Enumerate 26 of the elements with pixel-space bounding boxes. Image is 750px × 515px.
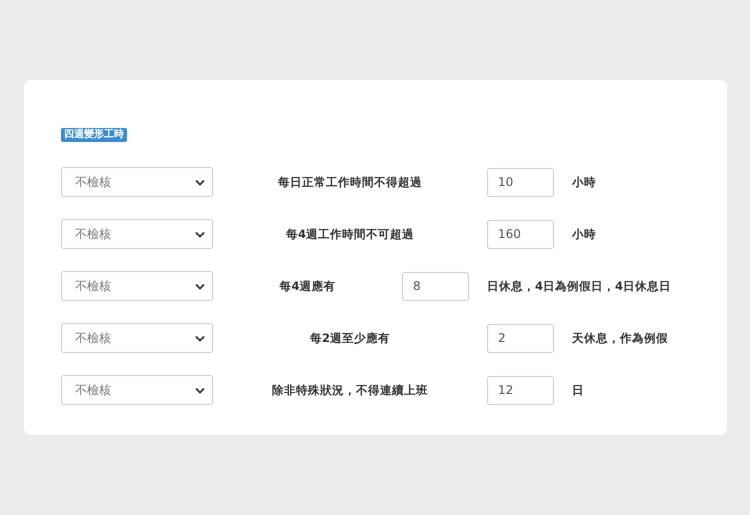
dropdown[interactable]: 不檢核 bbox=[61, 219, 213, 249]
chevron-down-icon bbox=[195, 334, 205, 342]
rule-label: 每4週應有 bbox=[279, 278, 336, 294]
unit-label: 小時 bbox=[572, 226, 596, 242]
number-input[interactable]: 10 bbox=[487, 168, 554, 196]
rule-label: 每日正常工作時間不得超過 bbox=[278, 174, 422, 190]
number-input[interactable]: 160 bbox=[487, 220, 554, 248]
chevron-down-icon bbox=[195, 282, 205, 290]
number-input[interactable]: 2 bbox=[487, 324, 554, 352]
unit-label: 天休息，作為例假 bbox=[572, 330, 668, 346]
unit-label: 小時 bbox=[572, 174, 596, 190]
unit-label: 日 bbox=[572, 382, 584, 398]
dropdown[interactable]: 不檢核 bbox=[61, 167, 213, 197]
chevron-down-icon bbox=[195, 178, 205, 186]
rule-label: 每2週至少應有 bbox=[310, 330, 390, 346]
dropdown[interactable]: 不檢核 bbox=[61, 271, 213, 301]
rule-label: 除非特殊狀況，不得連續上班 bbox=[272, 382, 428, 398]
chevron-down-icon bbox=[195, 386, 205, 394]
number-input[interactable]: 8 bbox=[402, 272, 469, 300]
chevron-down-icon bbox=[195, 230, 205, 238]
rule-label: 每4週工作時間不可超過 bbox=[286, 226, 414, 242]
number-input[interactable]: 12 bbox=[487, 376, 554, 404]
section-badge: 四週變形工時 bbox=[61, 128, 127, 142]
dropdown[interactable]: 不檢核 bbox=[61, 375, 213, 405]
dropdown[interactable]: 不檢核 bbox=[61, 323, 213, 353]
unit-label: 日休息，4日為例假日，4日休息日 bbox=[487, 278, 672, 294]
